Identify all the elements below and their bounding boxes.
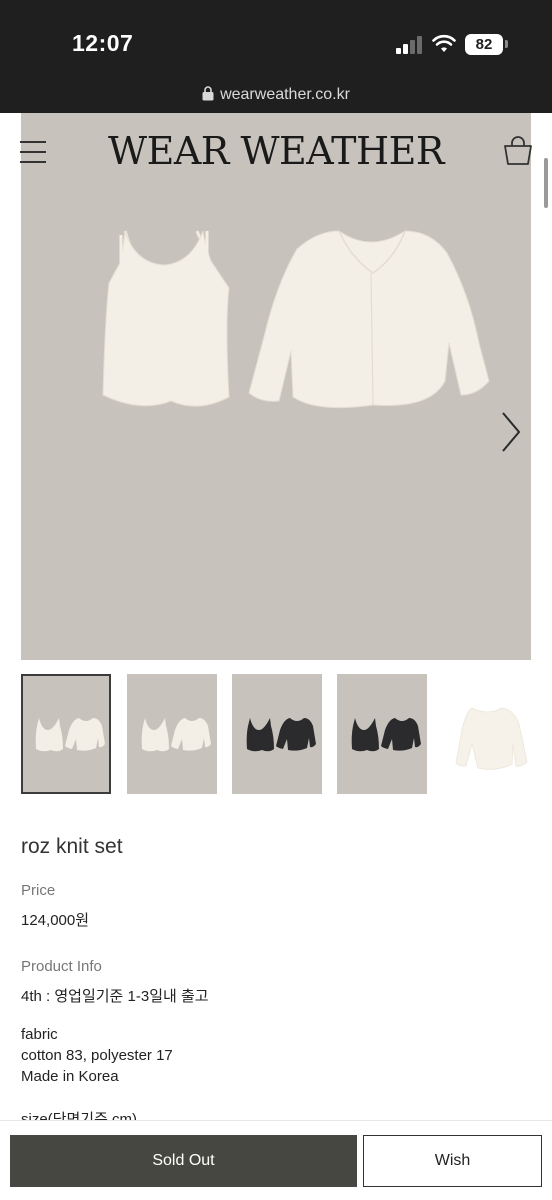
battery-cap xyxy=(505,40,508,48)
site-header: WEAR WEATHER xyxy=(0,113,552,191)
wifi-icon xyxy=(432,34,456,52)
price-label: Price xyxy=(21,882,56,899)
chevron-right-icon[interactable] xyxy=(499,410,523,454)
sold-out-button[interactable]: Sold Out xyxy=(10,1135,357,1187)
thumbnail-4[interactable] xyxy=(337,674,427,794)
status-time: 12:07 xyxy=(72,30,134,56)
shipping-info: 4th : 영업일기준 1-3일내 출고 xyxy=(21,988,209,1005)
signal-icon xyxy=(396,36,424,54)
cardigan-shape xyxy=(248,230,490,409)
country-of-origin: Made in Korea xyxy=(21,1068,119,1085)
thumbnail-garments xyxy=(246,718,316,752)
thumbnail-garments xyxy=(141,718,211,752)
thumbnail-garments xyxy=(351,718,421,752)
thumbnail-strip xyxy=(21,674,552,794)
price-value: 124,000원 xyxy=(21,912,90,929)
thumbnail-garments xyxy=(455,707,528,770)
thumbnail-3[interactable] xyxy=(232,674,322,794)
fabric-label: fabric xyxy=(21,1026,58,1043)
brand-logo[interactable]: WEAR WEATHER xyxy=(0,129,552,173)
thumbnail-2[interactable] xyxy=(127,674,217,794)
url-text: wearweather.co.kr xyxy=(220,86,350,103)
fabric-composition: cotton 83, polyester 17 xyxy=(21,1047,173,1064)
garment-illustration xyxy=(102,230,490,409)
camisole-shape xyxy=(102,230,230,407)
bottom-action-bar: Sold Out Wish xyxy=(0,1120,552,1200)
address-bar[interactable]: wearweather.co.kr xyxy=(0,86,552,104)
lock-icon xyxy=(202,86,214,101)
thumbnail-garments xyxy=(35,718,105,752)
product-name: roz knit set xyxy=(21,835,123,858)
browser-top-bar: 12:07 82 wearweather.co.kr xyxy=(0,0,552,113)
product-main-image[interactable] xyxy=(21,113,531,660)
shopping-bag-icon[interactable] xyxy=(502,135,534,167)
battery-icon: 82 xyxy=(465,34,503,55)
thumbnail-5[interactable] xyxy=(442,674,532,794)
thumbnail-1[interactable] xyxy=(21,674,111,794)
wish-button[interactable]: Wish xyxy=(363,1135,542,1187)
product-info-label: Product Info xyxy=(21,958,102,975)
